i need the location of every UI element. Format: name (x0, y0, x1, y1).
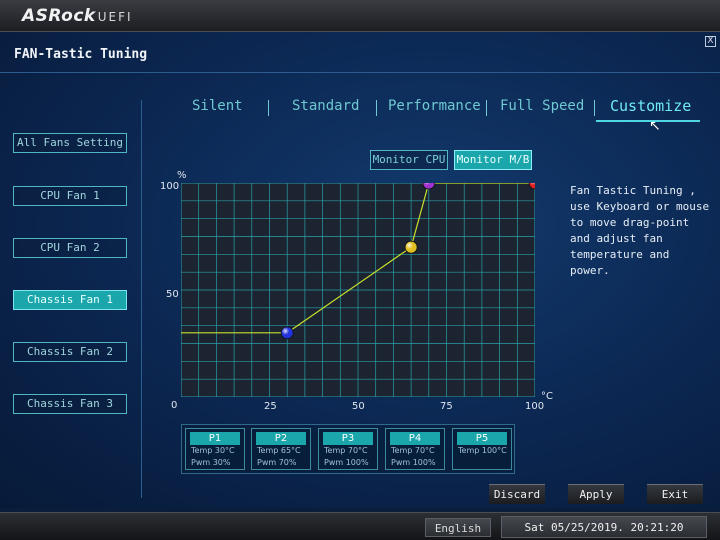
tab-customize[interactable]: Customize (610, 97, 691, 115)
page-title: FAN-Tastic Tuning (14, 47, 148, 62)
exit-button[interactable]: Exit (647, 484, 703, 504)
tab-full-speed[interactable]: Full Speed (500, 98, 584, 114)
x-tick-label: 25 (264, 401, 277, 412)
tab-separator (486, 100, 487, 116)
point-card-p3[interactable]: P3 Temp 70°C Pwm 100% (318, 428, 378, 470)
monitor-cpu-button[interactable]: Monitor CPU (370, 150, 448, 170)
brand-name: ASRock (22, 6, 96, 26)
tab-separator (268, 100, 269, 116)
point-name: P5 (457, 432, 507, 445)
point-temp: Temp 100°C (458, 446, 507, 455)
point-name: P4 (390, 432, 440, 445)
sidebar-item-chassis-fan-3[interactable]: Chassis Fan 3 (13, 394, 127, 414)
tab-separator (376, 100, 377, 116)
x-tick-label: 50 (352, 401, 365, 412)
sidebar-item-chassis-fan-2[interactable]: Chassis Fan 2 (13, 342, 127, 362)
sidebar-item-all-fans-setting[interactable]: All Fans Setting (13, 133, 127, 153)
help-text: Fan Tastic Tuning , use Keyboard or mous… (570, 184, 710, 277)
title-divider (0, 72, 720, 73)
chart-grid (181, 183, 535, 397)
x-tick-label: 75 (440, 401, 453, 412)
point-card-p1[interactable]: P1 Temp 30°C Pwm 30% (185, 428, 245, 470)
tab-standard[interactable]: Standard (292, 98, 359, 114)
drag-point-highlight (281, 326, 294, 339)
point-temp: Temp 65°C (257, 446, 301, 455)
sidebar-divider (141, 100, 142, 498)
brand-suffix: UEFI (97, 10, 133, 24)
fan-curve-chart[interactable] (181, 183, 535, 397)
sidebar-item-chassis-fan-1[interactable]: Chassis Fan 1 (13, 290, 127, 310)
tab-silent[interactable]: Silent (192, 98, 243, 114)
drag-point-highlight (405, 241, 418, 254)
language-button[interactable]: English (425, 518, 491, 537)
point-card-p5[interactable]: P5 Temp 100°C (452, 428, 512, 470)
origin-label: 0 (171, 400, 178, 411)
sidebar-item-cpu-fan-2[interactable]: CPU Fan 2 (13, 238, 127, 258)
datetime-display: Sat 05/25/2019. 20:21:20 (501, 516, 707, 538)
apply-button[interactable]: Apply (568, 484, 624, 504)
mouse-cursor-icon: ↖ (649, 118, 661, 134)
discard-button[interactable]: Discard (489, 484, 545, 504)
x-axis-unit: °C (541, 391, 553, 402)
point-temp: Temp 30°C (191, 446, 235, 455)
point-name: P1 (190, 432, 240, 445)
monitor-mb-button[interactable]: Monitor M/B (454, 150, 532, 170)
top-bar: ASRock UEFI (0, 0, 720, 32)
point-pwm: Pwm 100% (324, 458, 369, 467)
sidebar-item-cpu-fan-1[interactable]: CPU Fan 1 (13, 186, 127, 206)
y-axis-unit: % (177, 170, 187, 181)
point-pwm: Pwm 100% (391, 458, 436, 467)
point-card-p4[interactable]: P4 Temp 70°C Pwm 100% (385, 428, 445, 470)
x-tick-label: 100 (525, 401, 545, 412)
point-temp: Temp 70°C (391, 446, 435, 455)
point-name: P3 (323, 432, 373, 445)
point-name: P2 (256, 432, 306, 445)
close-icon[interactable]: X (705, 36, 716, 47)
tab-active-underline (596, 120, 700, 122)
tab-performance[interactable]: Performance (388, 98, 481, 114)
point-card-p2[interactable]: P2 Temp 65°C Pwm 70% (251, 428, 311, 470)
asrock-logo: ASRock UEFI (22, 6, 133, 26)
point-pwm: Pwm 70% (257, 458, 297, 467)
point-pwm: Pwm 30% (191, 458, 231, 467)
y-tick-label: 50 (166, 289, 179, 300)
point-temp: Temp 70°C (324, 446, 368, 455)
tab-separator (594, 100, 595, 116)
y-tick-label: 100 (160, 181, 180, 192)
